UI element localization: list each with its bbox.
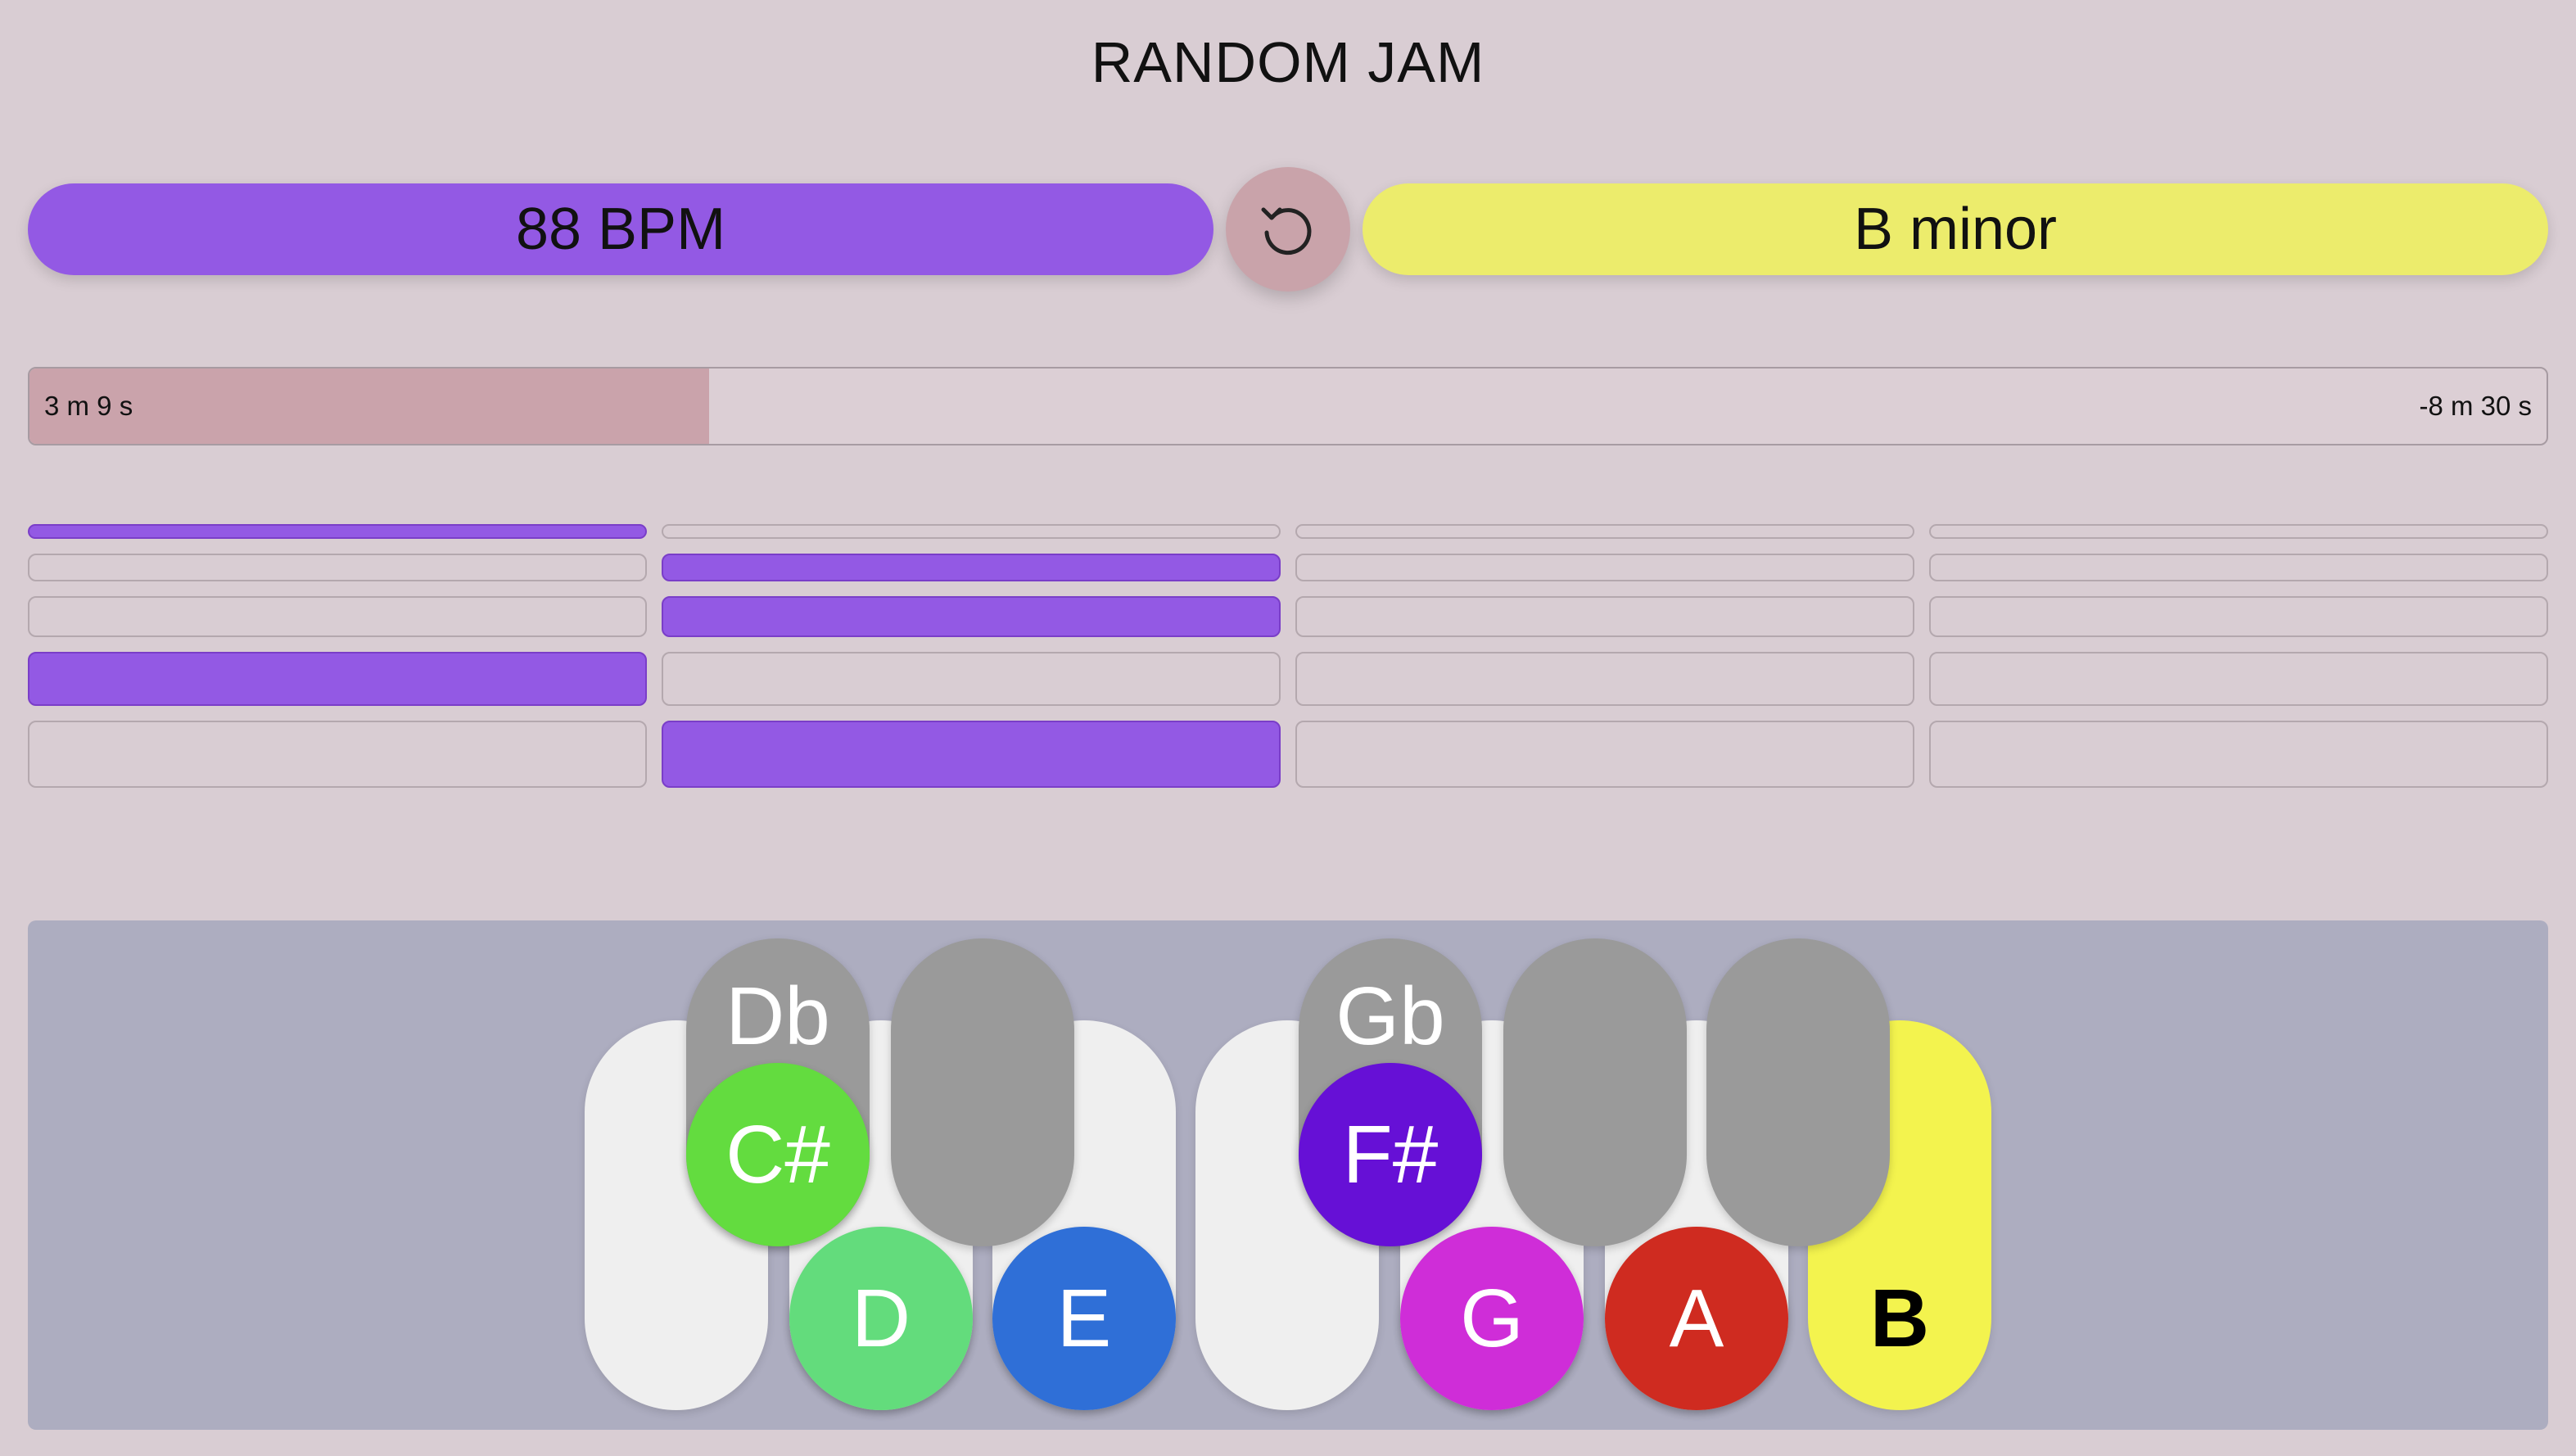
pattern-cell[interactable] xyxy=(1929,596,2548,637)
black-key-asharp[interactable] xyxy=(1706,938,1890,1246)
pattern-cell[interactable] xyxy=(1929,652,2548,706)
pattern-cell[interactable] xyxy=(1929,524,2548,539)
black-key-dsharp[interactable] xyxy=(891,938,1074,1246)
pattern-cell[interactable] xyxy=(28,721,647,788)
pattern-cell[interactable] xyxy=(28,652,647,706)
pattern-cell[interactable] xyxy=(1295,721,1914,788)
pattern-cell[interactable] xyxy=(1295,524,1914,539)
pattern-cell[interactable] xyxy=(1295,596,1914,637)
pattern-cell[interactable] xyxy=(662,721,1281,788)
black-key-gsharp[interactable] xyxy=(1503,938,1687,1246)
pattern-cell[interactable] xyxy=(662,652,1281,706)
progress-bar[interactable]: 3 m 9 s -8 m 30 s xyxy=(28,367,2548,445)
note-g[interactable]: G xyxy=(1400,1227,1584,1410)
pattern-cell[interactable] xyxy=(28,554,647,581)
note-a[interactable]: A xyxy=(1605,1227,1788,1410)
tempo-button[interactable]: 88 BPM xyxy=(28,183,1213,275)
elapsed-time: 3 m 9 s xyxy=(44,391,133,421)
note-e[interactable]: E xyxy=(992,1227,1176,1410)
remaining-time: -8 m 30 s xyxy=(2419,391,2532,421)
pattern-cell[interactable] xyxy=(1929,721,2548,788)
pattern-cell[interactable] xyxy=(662,524,1281,539)
pattern-cell[interactable] xyxy=(1295,554,1914,581)
note-b-label: B xyxy=(1869,1272,1930,1364)
key-button[interactable]: B minor xyxy=(1363,183,2548,275)
app-title: RANDOM JAM xyxy=(1091,30,1485,94)
refresh-button[interactable] xyxy=(1226,167,1350,292)
note-csharp[interactable]: C# xyxy=(686,1063,870,1246)
pattern-cell[interactable] xyxy=(28,596,647,637)
refresh-icon xyxy=(1261,207,1312,255)
pattern-cell[interactable] xyxy=(1929,554,2548,581)
pattern-cell[interactable] xyxy=(1295,652,1914,706)
pattern-cell[interactable] xyxy=(662,596,1281,637)
note-d[interactable]: D xyxy=(789,1227,973,1410)
pattern-cell[interactable] xyxy=(662,554,1281,581)
note-fsharp[interactable]: F# xyxy=(1299,1063,1482,1246)
pattern-cell[interactable] xyxy=(28,524,647,539)
